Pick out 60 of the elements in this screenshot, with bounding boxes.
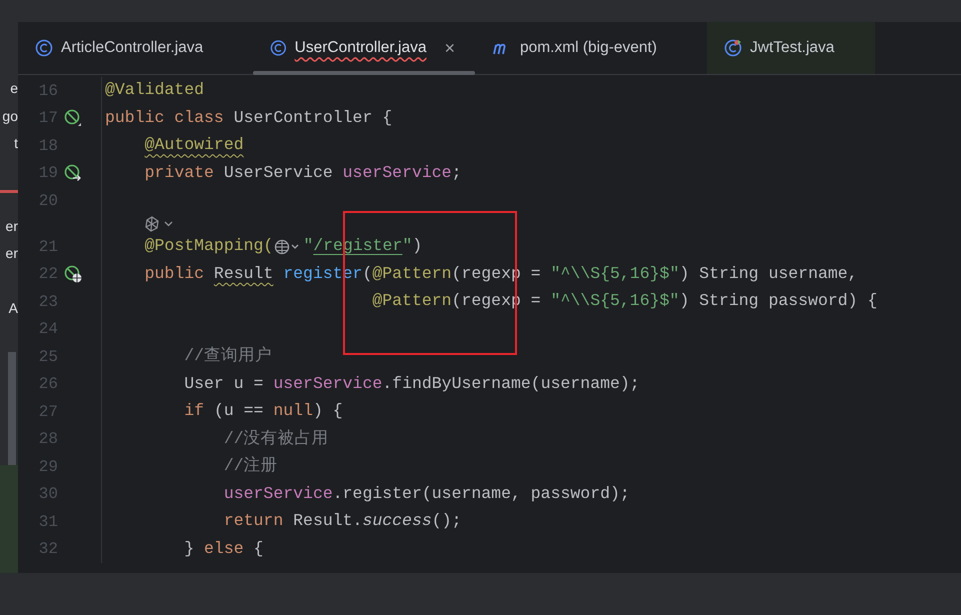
code-token: ) String username, — [679, 262, 858, 285]
code-token: return — [224, 510, 284, 532]
code-token: if — [184, 400, 206, 422]
project-item-text[interactable]: t — [14, 133, 18, 154]
code-token: User u = — [184, 372, 264, 395]
project-item-text[interactable]: er — [6, 216, 18, 237]
code-token: (u == — [214, 400, 264, 422]
project-item-text[interactable]: e — [10, 78, 18, 100]
code-token: .register(username, password); — [332, 482, 630, 505]
code-token: //查询用户 — [184, 345, 272, 368]
tab-label: pom.xml (big-event) — [520, 38, 657, 58]
code-token: else — [204, 538, 245, 560]
editor-tab[interactable]: pom.xml (big-event) — [475, 22, 697, 74]
code-token: @Validated — [105, 79, 204, 102]
code-token: "^\\S{5,16}$" — [550, 262, 680, 285]
class-icon — [270, 39, 287, 57]
code-token: } — [184, 538, 196, 560]
code-token: userService — [224, 482, 333, 505]
code-token: " — [402, 235, 412, 258]
code-token: UserService — [224, 162, 334, 184]
code-token: @Autowired — [144, 134, 244, 156]
editor-tab[interactable]: ArticleController.java — [18, 22, 253, 74]
code-token: "^\\S{5,16}$" — [550, 290, 680, 312]
code-token: ; — [452, 162, 462, 184]
code-token: ) — [412, 235, 422, 258]
code-token: private — [144, 162, 215, 184]
close-icon[interactable]: × — [444, 34, 455, 62]
code-token: " — [303, 235, 314, 258]
code-token: public class — [105, 106, 225, 129]
code-token: { — [254, 538, 264, 560]
code-token: Result — [214, 262, 274, 285]
code-token: ) { — [312, 400, 343, 422]
tab-label: ArticleController.java — [61, 38, 204, 58]
class-icon — [35, 39, 53, 57]
code-token: @PostMapping( — [144, 235, 274, 258]
code-token: userService — [273, 372, 382, 395]
code-token: null — [273, 400, 313, 422]
tab-label: UserController.java — [294, 38, 426, 58]
code-token: success — [362, 510, 432, 532]
code-token: Result. — [293, 510, 362, 532]
bean-icon[interactable] — [64, 109, 82, 128]
code-token: .findByUsername(username); — [382, 372, 640, 395]
code-token: //注册 — [224, 455, 278, 478]
project-item-text[interactable]: er — [6, 243, 18, 264]
code-token: ( — [362, 262, 372, 285]
tab-label: JwtTest.java — [750, 38, 834, 58]
editor-tab[interactable]: UserController.java × — [253, 22, 475, 74]
test-class-icon — [724, 39, 742, 57]
code-token: UserController { — [234, 106, 392, 129]
code-token: userService — [342, 162, 452, 184]
code-token: @Pattern — [372, 262, 452, 285]
bean-globe-icon[interactable] — [64, 265, 82, 284]
editor-tab[interactable]: JwtTest.java — [707, 22, 875, 74]
code-token: (); — [432, 510, 462, 532]
code-token: ) String password) { — [679, 290, 878, 312]
code-token: //没有被占用 — [224, 428, 329, 450]
code-token: public — [144, 262, 206, 285]
project-item-text[interactable]: A — [8, 298, 18, 319]
project-item-text[interactable]: go — [2, 106, 18, 127]
code-token: @Pattern — [372, 290, 452, 312]
